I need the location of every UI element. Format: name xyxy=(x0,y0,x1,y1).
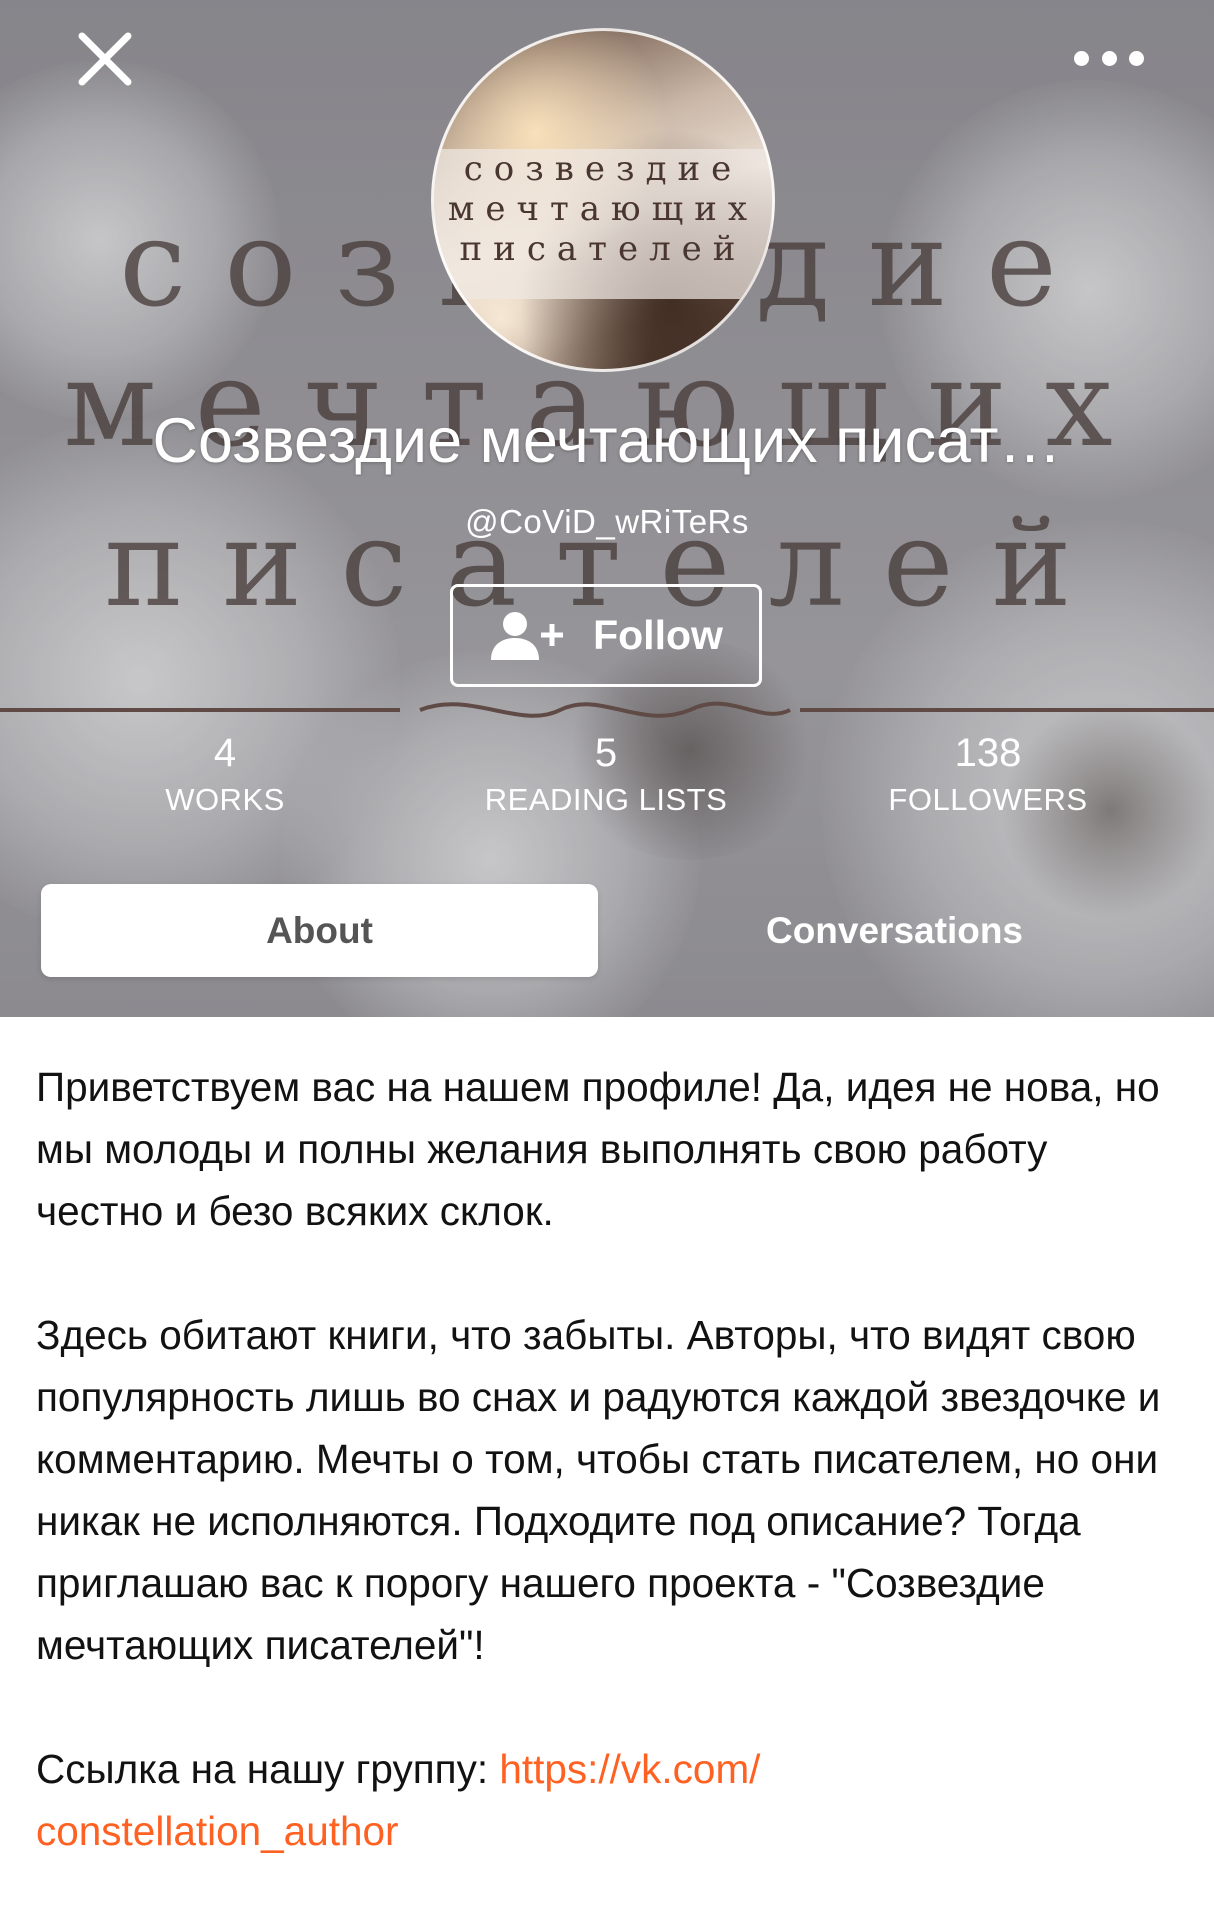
group-link-intro: Ссылка на нашу группу: xyxy=(36,1746,500,1792)
about-paragraph: Здесь обитают книги, что забыты. Авторы,… xyxy=(36,1312,1161,1668)
avatar-title-line: писателей xyxy=(459,229,747,269)
group-link-url-part: constellation_author xyxy=(36,1808,399,1854)
works-label: WORKS xyxy=(165,782,285,817)
group-link-line: Ссылка на нашу группу: https://vk.com/co… xyxy=(36,1738,1176,1862)
works-stat[interactable]: 4 WORKS xyxy=(75,728,375,822)
more-options-button[interactable] xyxy=(1074,40,1144,76)
tab-about[interactable]: About xyxy=(41,884,598,977)
avatar-title-line: созвездие xyxy=(463,149,743,189)
profile-stats: 4 WORKS 5 READING LISTS 138 FOLLOWERS xyxy=(0,728,1214,828)
reading-lists-stat[interactable]: 5 READING LISTS xyxy=(456,728,756,822)
profile-tabs: About Conversations xyxy=(41,884,1173,977)
profile-header: созвездие мечтающих писателей созвездие … xyxy=(0,0,1214,1017)
follow-button[interactable]: Follow xyxy=(450,584,762,687)
close-icon xyxy=(78,32,132,86)
profile-username: @CoViD_wRiTeRs xyxy=(465,503,749,540)
about-section: Приветствуем вас на нашем профиле! Да, и… xyxy=(36,1056,1176,1862)
add-user-icon xyxy=(491,611,564,660)
profile-avatar: созвездие мечтающих писателей xyxy=(431,28,775,372)
reading-lists-label: READING LISTS xyxy=(484,782,728,817)
works-count: 4 xyxy=(213,731,237,775)
more-options-icon xyxy=(1074,50,1089,66)
followers-stat[interactable]: 138 FOLLOWERS xyxy=(838,728,1138,822)
close-button[interactable] xyxy=(72,26,138,92)
more-options-icon-dot xyxy=(1101,50,1117,66)
more-options-icon-dot xyxy=(1129,50,1144,66)
about-paragraph: Приветствуем вас на нашем профиле! Да, и… xyxy=(36,1064,1160,1234)
followers-label: FOLLOWERS xyxy=(888,782,1088,817)
profile-name: Созвездие мечтающих писат… xyxy=(152,406,1062,476)
tab-conversations[interactable]: Conversations xyxy=(616,884,1173,977)
group-link-url-part: https://vk.com/ xyxy=(499,1746,761,1792)
followers-count: 138 xyxy=(954,731,1022,775)
reading-lists-count: 5 xyxy=(594,731,618,775)
avatar-title-line: мечтающих xyxy=(447,189,759,229)
follow-button-label: Follow xyxy=(593,612,723,658)
